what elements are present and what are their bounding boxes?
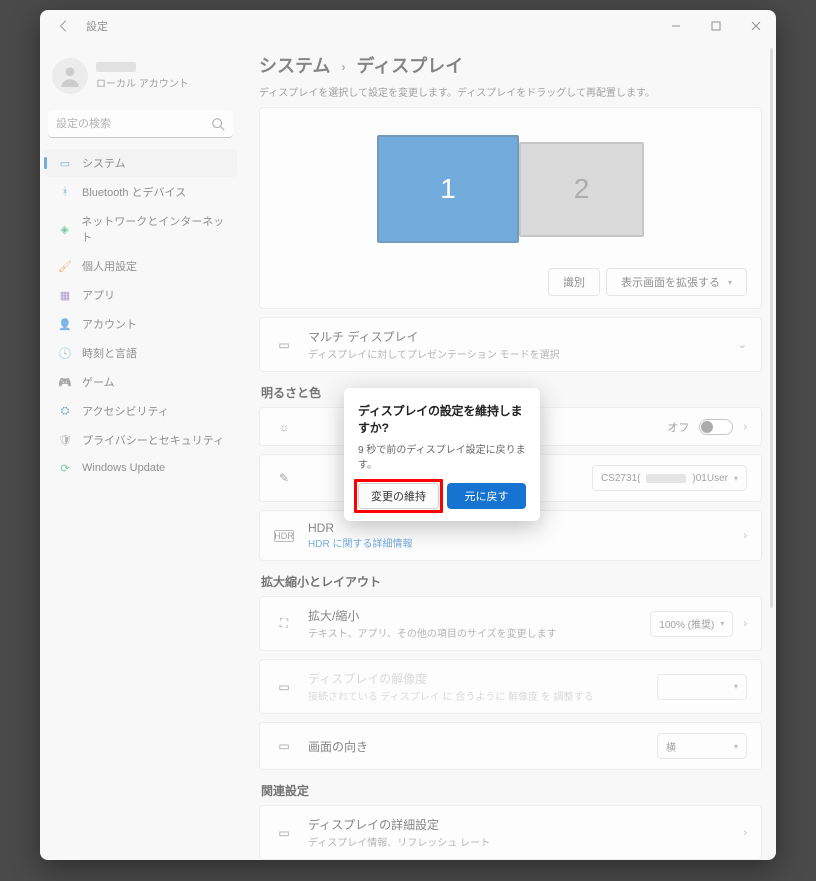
revert-button[interactable]: 元に戻す: [447, 483, 526, 509]
dialog-text: 9 秒で前のディスプレイ設定に戻ります。: [358, 441, 526, 471]
dialog-title: ディスプレイの設定を維持しますか?: [358, 402, 526, 436]
keep-settings-dialog: ディスプレイの設定を維持しますか? 9 秒で前のディスプレイ設定に戻ります。 変…: [344, 388, 540, 521]
modal-overlay: ディスプレイの設定を維持しますか? 9 秒で前のディスプレイ設定に戻ります。 変…: [40, 10, 776, 860]
keep-changes-button[interactable]: 変更の維持: [358, 483, 439, 509]
settings-window: 設定 ローカル アカウント: [40, 10, 776, 860]
